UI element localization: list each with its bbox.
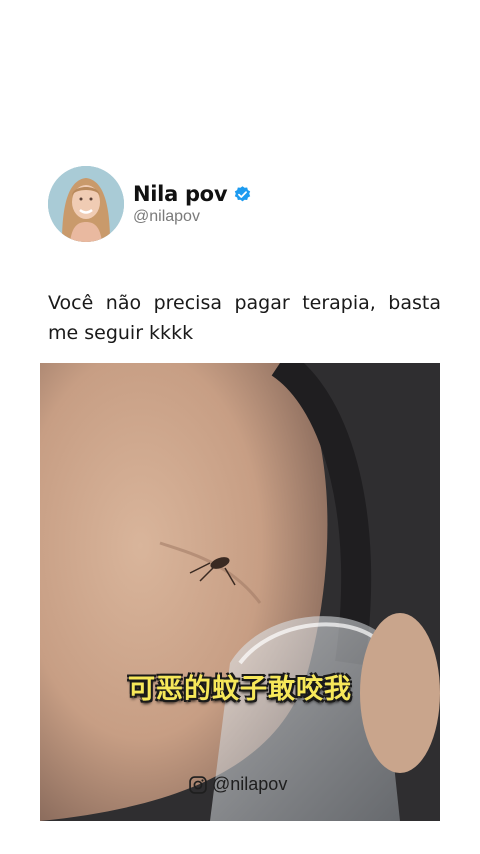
video-subtitle: 可恶的蚊子敢咬我 xyxy=(128,674,352,705)
profile-header: Nila pov @nilapov xyxy=(48,166,252,242)
name-row: Nila pov xyxy=(133,182,252,206)
display-name[interactable]: Nila pov xyxy=(133,182,228,206)
handle[interactable]: @nilapov xyxy=(133,208,252,226)
verified-badge-icon xyxy=(235,185,251,201)
post-text: Você não precisa pagar terapia, basta me… xyxy=(48,292,441,344)
instagram-icon xyxy=(189,775,207,794)
watermark-handle: @nilapov xyxy=(212,774,288,794)
profile-names: Nila pov @nilapov xyxy=(133,182,252,226)
video-frame xyxy=(40,363,440,821)
avatar-image xyxy=(48,166,124,242)
watermark: @nilapov xyxy=(188,774,287,795)
post-media[interactable]: 可恶的蚊子敢咬我 @nilapov xyxy=(40,363,440,821)
avatar[interactable] xyxy=(48,166,124,242)
